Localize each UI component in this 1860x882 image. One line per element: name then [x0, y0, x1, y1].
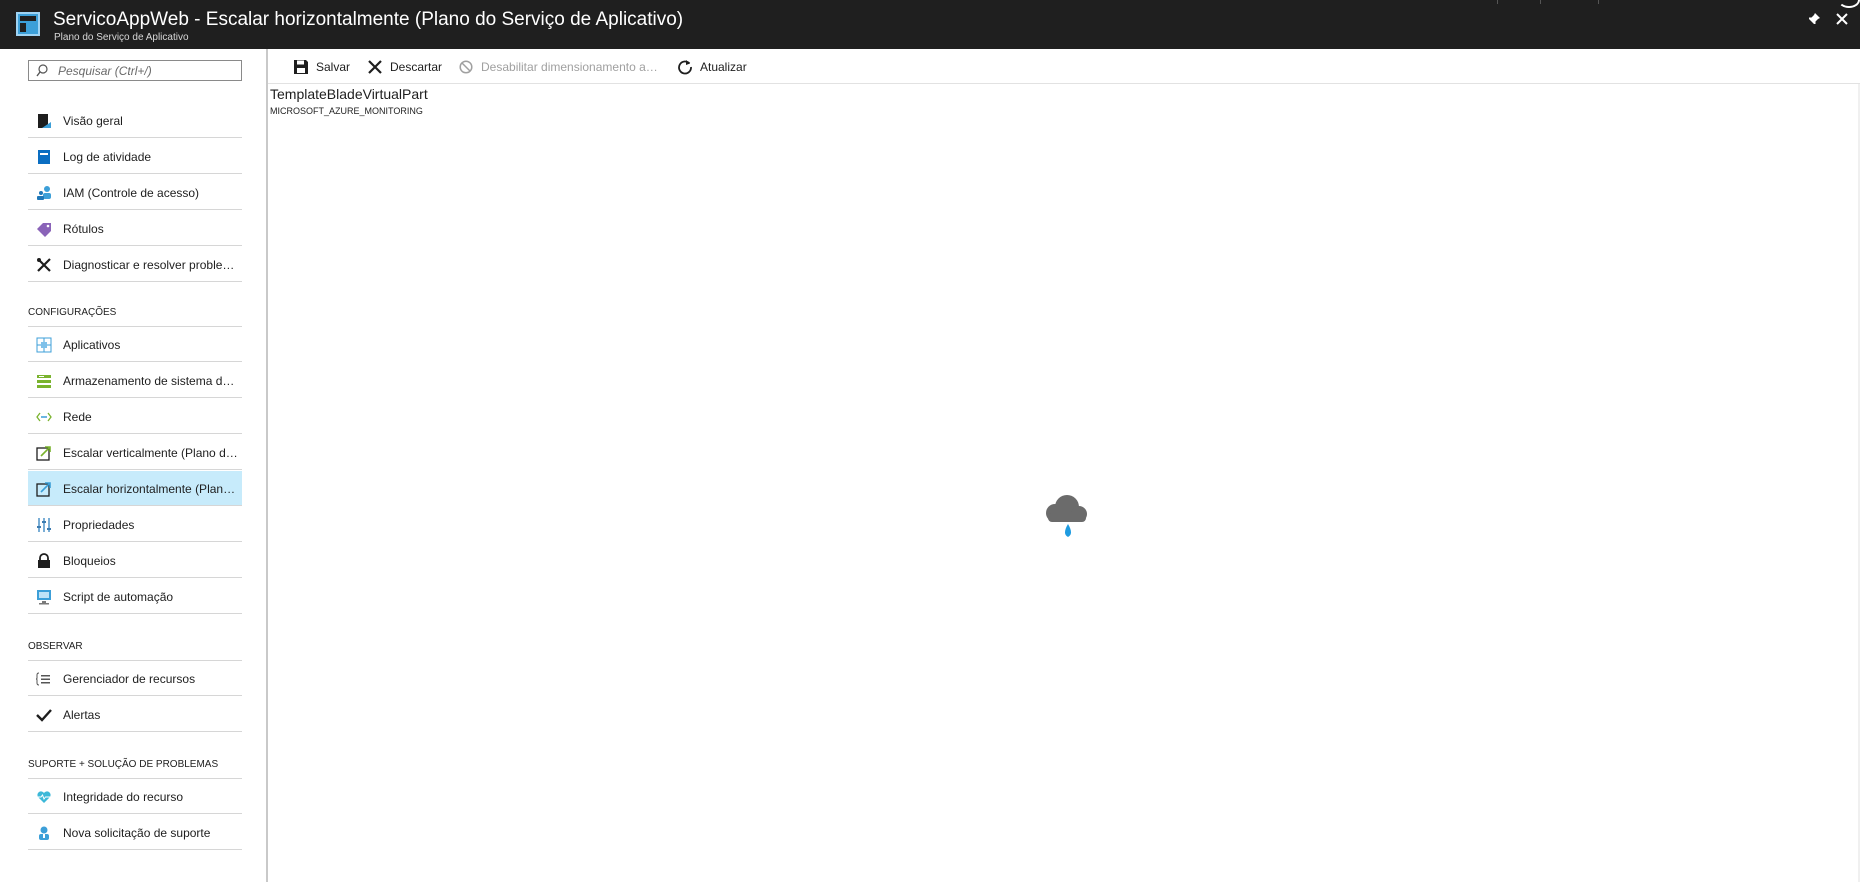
menu-item-label: IAM (Controle de acesso)	[63, 186, 200, 200]
close-icon[interactable]	[1831, 10, 1853, 32]
wrench-icon	[36, 257, 52, 273]
menu-item-iam[interactable]: IAM (Controle de acesso)	[28, 175, 242, 210]
menu-item-label: Armazenamento de sistema de arquivos	[63, 374, 238, 388]
account-indicator	[1838, 0, 1860, 8]
refresh-button[interactable]: Atualizar	[676, 57, 747, 77]
menu-item-label: Escalar horizontalmente (Plano do Serviç…	[63, 482, 238, 496]
blade-title: ServicoAppWeb - Escalar horizontalmente …	[53, 9, 684, 30]
blade-subtitle: Plano do Serviço de Aplicativo	[54, 32, 189, 43]
menu-item-diagnose[interactable]: Diagnosticar e resolver problemas	[28, 247, 242, 282]
save-label: Salvar	[316, 60, 351, 74]
resource-explorer-icon	[36, 671, 52, 687]
blade-icon	[16, 12, 40, 36]
menu-item-activity-log[interactable]: Log de atividade	[28, 139, 242, 174]
properties-icon	[36, 517, 52, 533]
menu-item-storage[interactable]: Armazenamento de sistema de arquivos	[28, 363, 242, 398]
menu-item-label: Integridade do recurso	[63, 790, 184, 804]
save-icon	[292, 58, 310, 76]
scale-out-icon	[36, 481, 52, 497]
menu-item-label: Rede	[63, 410, 92, 424]
menu-item-label: Nova solicitação de suporte	[63, 826, 211, 840]
menu-item-automation-script[interactable]: Script de automação	[28, 579, 242, 614]
network-icon	[36, 409, 52, 425]
part-title: TemplateBladeVirtualPart	[270, 86, 428, 102]
menu-item-label: Escalar verticalmente (Plano do Serviço …	[63, 446, 238, 460]
scale-up-icon	[36, 445, 52, 461]
pin-icon[interactable]	[1803, 10, 1825, 32]
support-icon	[36, 825, 52, 841]
blade-header: ServicoAppWeb - Escalar horizontalmente …	[0, 0, 1860, 49]
menu-item-label: Diagnosticar e resolver problemas	[63, 258, 238, 272]
search-icon	[36, 64, 48, 77]
menu-item-label: Alertas	[63, 708, 101, 722]
checkmark-icon	[36, 707, 52, 723]
menu-item-label: Aplicativos	[63, 338, 121, 352]
iam-icon	[36, 185, 52, 201]
menu-item-scale-out[interactable]: Escalar horizontalmente (Plano do Serviç…	[28, 471, 242, 506]
prohibited-icon	[457, 58, 475, 76]
menu-item-resource-health[interactable]: Integridade do recurso	[28, 779, 242, 814]
menu-item-label: Visão geral	[63, 114, 123, 128]
menu-item-network[interactable]: Rede	[28, 399, 242, 434]
discard-label: Descartar	[390, 60, 443, 74]
menu-item-label: Script de automação	[63, 590, 174, 604]
search-placeholder: Pesquisar (Ctrl+/)	[58, 64, 152, 78]
apps-icon	[36, 337, 52, 353]
menu-item-alerts[interactable]: Alertas	[28, 697, 242, 732]
heart-icon	[36, 789, 52, 805]
cloud-loading-icon	[1040, 493, 1090, 545]
section-header-configuracoes: CONFIGURAÇÕES	[28, 307, 117, 318]
refresh-icon	[676, 58, 694, 76]
search-input[interactable]: Pesquisar (Ctrl+/)	[28, 60, 242, 81]
menu-item-resource-explorer[interactable]: Gerenciador de recursos	[28, 661, 242, 696]
save-button[interactable]: Salvar	[292, 57, 350, 77]
refresh-label: Atualizar	[700, 60, 747, 74]
menu-item-properties[interactable]: Propriedades	[28, 507, 242, 542]
discard-button[interactable]: Descartar	[366, 57, 442, 77]
menu-item-tags[interactable]: Rótulos	[28, 211, 242, 246]
menu-item-label: Gerenciador de recursos	[63, 672, 196, 686]
menu-item-locks[interactable]: Bloqueios	[28, 543, 242, 578]
resource-menu: Pesquisar (Ctrl+/) Visão geral Log de at…	[0, 49, 268, 882]
disable-autoscale-button[interactable]: Desabilitar dimensionamento automático	[457, 57, 660, 77]
menu-item-apps[interactable]: Aplicativos	[28, 327, 242, 362]
overview-icon	[36, 113, 52, 129]
menu-item-label: Propriedades	[63, 518, 135, 532]
tag-icon	[36, 221, 52, 237]
menu-item-overview[interactable]: Visão geral	[28, 103, 242, 138]
menu-item-new-support-request[interactable]: Nova solicitação de suporte	[28, 815, 242, 850]
menu-item-label: Bloqueios	[63, 554, 116, 568]
disable-autoscale-label: Desabilitar dimensionamento automático	[481, 60, 660, 74]
lock-icon	[36, 553, 52, 569]
activity-log-icon	[36, 149, 52, 165]
menu-item-label: Log de atividade	[63, 150, 152, 164]
menu-item-label: Rótulos	[63, 222, 104, 236]
section-header-suporte: SUPORTE + SOLUÇÃO DE PROBLEMAS	[28, 759, 219, 770]
automation-script-icon	[36, 589, 52, 605]
discard-icon	[366, 58, 384, 76]
storage-icon	[36, 373, 52, 389]
part-subtitle: MICROSOFT_AZURE_MONITORING	[270, 106, 423, 116]
section-header-observar: OBSERVAR	[28, 641, 83, 652]
command-bar: Salvar Descartar Desabilitar dimensionam…	[268, 49, 1860, 84]
menu-item-scale-up[interactable]: Escalar verticalmente (Plano do Serviço …	[28, 435, 242, 470]
